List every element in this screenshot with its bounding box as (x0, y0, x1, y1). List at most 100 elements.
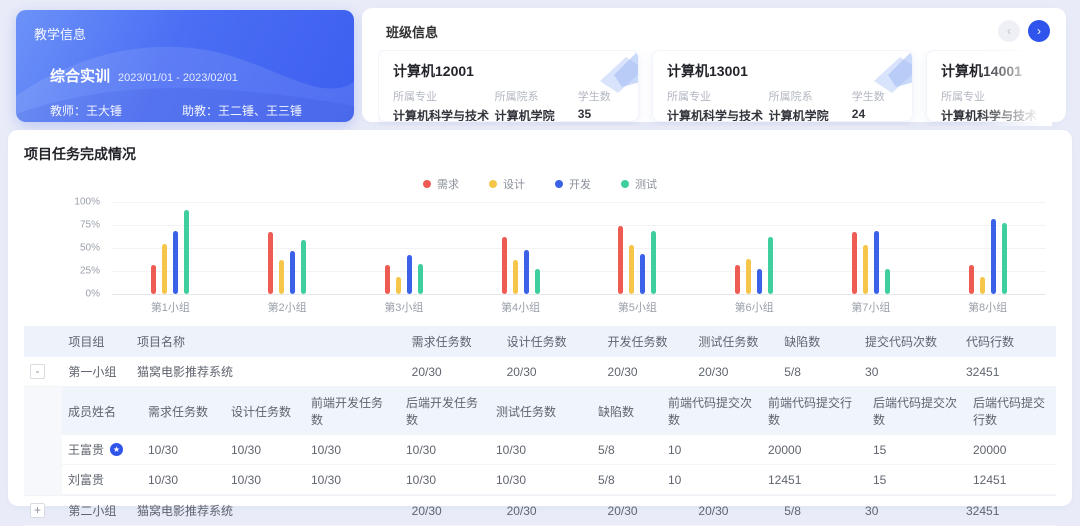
member-column-header: 前端代码提交行数 (762, 387, 867, 435)
class-card-fields: 所属专业计算机科学与技术所属院系计算机学院学生数35 (393, 88, 624, 122)
class-card-field-department: 所属院系计算机学院 (1051, 88, 1052, 122)
course-name: 综合实训 (50, 65, 110, 86)
class-card-field-major: 所属专业计算机科学与技术 (667, 88, 769, 122)
class-card-name: 计算机13001 (667, 61, 898, 81)
x-axis-label: 第6小组 (696, 299, 813, 315)
group-name-cell: 第一小组 (62, 357, 131, 387)
bar-测试 (1002, 223, 1007, 294)
class-card-field-department: 所属院系计算机学院 (495, 88, 578, 122)
member-column-header: 测试任务数 (490, 387, 592, 435)
group-name-cell: 第二小组 (62, 496, 131, 526)
class-card[interactable]: 计算机14001所属专业计算机科学与技术所属院系计算机学院 (926, 50, 1052, 122)
member-column-header: 需求任务数 (142, 387, 225, 435)
class-card-field-student-count: 学生数24 (852, 88, 898, 122)
member-value-cell: 15 (867, 435, 967, 465)
bar-测试 (418, 264, 423, 294)
bar-需求 (151, 265, 156, 294)
value-cell: 20/30 (692, 496, 778, 526)
course-date-range: 2023/01/01 - 2023/02/01 (118, 72, 238, 84)
expand-button[interactable]: + (30, 503, 45, 518)
class-card[interactable]: 计算机12001 所属专业计算机科学与技术所属院系计算机学院学生数35 (378, 50, 639, 122)
class-card-name: 计算机14001 (941, 61, 1052, 81)
member-name: 刘富贵 (68, 471, 136, 488)
column-header: 项目组 (62, 326, 131, 357)
field-value: 计算机科学与技术 (941, 107, 1051, 122)
y-axis-tick: 100% (24, 197, 100, 208)
bar-设计 (162, 244, 167, 294)
column-header: 提交代码次数 (859, 326, 960, 357)
value-cell: 20/30 (602, 496, 693, 526)
legend-dot (555, 180, 563, 188)
legend-item-测试[interactable]: 测试 (621, 176, 657, 192)
member-value-cell: 10/30 (400, 435, 490, 465)
bar-需求 (735, 265, 740, 294)
legend-item-设计[interactable]: 设计 (489, 176, 525, 192)
member-value-cell: 10/30 (490, 465, 592, 495)
legend-dot (423, 180, 431, 188)
bar-需求 (385, 265, 390, 294)
prev-page-button[interactable]: ‹ (998, 20, 1020, 42)
member-column-header: 缺陷数 (592, 387, 662, 435)
value-cell: 20/30 (602, 357, 693, 387)
x-axis-label: 第7小组 (813, 299, 930, 315)
bar-开发 (173, 231, 178, 294)
member-value-cell: 12451 (967, 465, 1056, 495)
legend-dot (621, 180, 629, 188)
project-name-cell: 猫窝电影推荐系统 (131, 357, 406, 387)
legend-item-开发[interactable]: 开发 (555, 176, 591, 192)
member-value-cell: 10/30 (225, 465, 305, 495)
value-cell: 32451 (960, 496, 1056, 526)
assistant-info: 助教：王二锤、王三锤 (182, 102, 302, 119)
class-info-title: 班级信息 (386, 22, 438, 41)
teaching-info-title: 教学信息 (34, 24, 336, 43)
class-card-field-department: 所属院系计算机学院 (769, 88, 852, 122)
field-value: 计算机科学与技术 (667, 107, 769, 122)
bar-测试 (535, 269, 540, 294)
member-column-header: 前端开发任务数 (305, 387, 400, 435)
value-cell: 20/30 (501, 496, 602, 526)
bar-开发 (290, 251, 295, 294)
value-cell: 32451 (960, 357, 1056, 387)
class-card[interactable]: 计算机13001 所属专业计算机科学与技术所属院系计算机学院学生数24 (652, 50, 913, 122)
bar-设计 (980, 277, 985, 294)
member-value-cell: 10/30 (400, 465, 490, 495)
class-cards-viewport: 计算机12001所属专业计算机科学与技术所属院系计算机学院学生数35计算机130… (378, 50, 1052, 126)
table-row-group: -第一小组猫窝电影推荐系统20/3020/3020/3020/305/83032… (24, 357, 1056, 387)
bar-需求 (852, 232, 857, 294)
member-value-cell: 12451 (762, 465, 867, 495)
bar-开发 (874, 231, 879, 294)
next-page-button[interactable]: › (1028, 20, 1050, 42)
collapse-button[interactable]: - (30, 364, 45, 379)
class-card-name: 计算机12001 (393, 61, 624, 81)
value-cell: 20/30 (692, 357, 778, 387)
class-card-field-student-count: 学生数35 (578, 88, 624, 122)
bar-group (229, 202, 346, 294)
column-header: 代码行数 (960, 326, 1056, 357)
member-column-header: 后端代码提交行数 (967, 387, 1056, 435)
member-value-cell: 20000 (762, 435, 867, 465)
legend-label: 需求 (437, 176, 459, 192)
class-card-fields: 所属专业计算机科学与技术所属院系计算机学院学生数24 (667, 88, 898, 122)
class-pager: ‹ › (998, 20, 1050, 42)
project-name-cell: 猫窝电影推荐系统 (131, 496, 406, 526)
legend-item-需求[interactable]: 需求 (423, 176, 459, 192)
member-value-cell: 10/30 (305, 465, 400, 495)
legend-label: 开发 (569, 176, 591, 192)
member-table: 成员姓名需求任务数设计任务数前端开发任务数后端开发任务数测试任务数缺陷数前端代码… (62, 387, 1056, 495)
member-header-row: 成员姓名需求任务数设计任务数前端开发任务数后端开发任务数测试任务数缺陷数前端代码… (62, 387, 1056, 435)
member-value-cell: 10/30 (490, 435, 592, 465)
member-column-header: 成员姓名 (62, 387, 142, 435)
class-card-field-major: 所属专业计算机科学与技术 (393, 88, 495, 122)
bar-需求 (618, 226, 623, 294)
bar-设计 (863, 245, 868, 294)
member-value-cell: 10/30 (142, 465, 225, 495)
grid-line (112, 294, 1046, 295)
assistant-label: 助教： (182, 104, 218, 118)
field-value: 计算机学院 (1051, 107, 1052, 122)
column-header (24, 326, 62, 357)
bar-需求 (502, 237, 507, 294)
bar-开发 (640, 254, 645, 294)
assistant-names: 王二锤、王三锤 (218, 104, 302, 118)
bar-测试 (651, 231, 656, 294)
bar-设计 (629, 245, 634, 294)
